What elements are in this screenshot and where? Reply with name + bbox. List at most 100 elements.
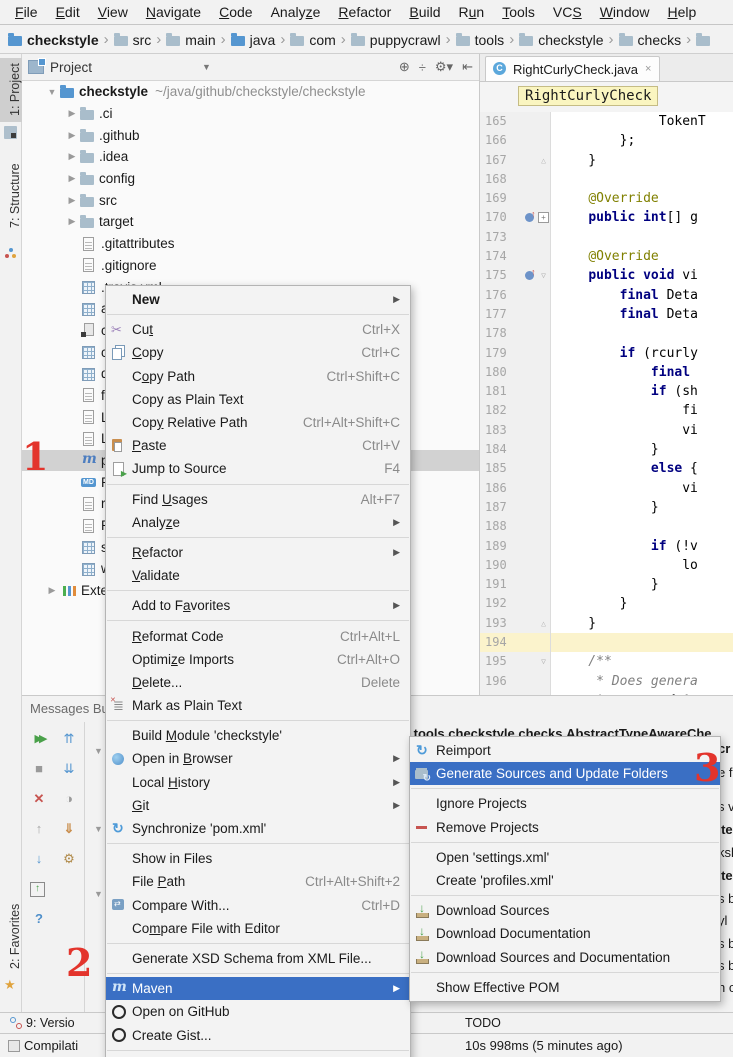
- breadcrumb-item-checkstyle[interactable]: checkstyle: [8, 32, 99, 48]
- menubar-item-navigate[interactable]: Navigate: [137, 4, 210, 20]
- code-text[interactable]: * Does genera: [551, 672, 733, 691]
- code-area[interactable]: 165 TokenT166 };167△ }168169 @Override17…: [480, 112, 733, 695]
- submenu-item-download-sources-and-documentation[interactable]: Download Sources and Documentation: [410, 946, 720, 969]
- breadcrumb-item-checks[interactable]: checks: [619, 32, 682, 48]
- menu-item-optimize-imports[interactable]: Optimize ImportsCtrl+Alt+O: [106, 648, 410, 671]
- code-text[interactable]: }: [551, 151, 733, 170]
- code-text[interactable]: public int[] g: [551, 208, 733, 227]
- menubar-item-file[interactable]: File: [6, 4, 47, 20]
- code-text[interactable]: [551, 228, 733, 247]
- chevron-right-icon[interactable]: ▶: [64, 173, 80, 184]
- menu-item-create-gist[interactable]: Create Gist...: [106, 1023, 410, 1046]
- menu-item-git[interactable]: Git▶: [106, 794, 410, 817]
- code-text[interactable]: [551, 324, 733, 343]
- tab-close-icon[interactable]: ×: [645, 63, 651, 75]
- menubar-item-build[interactable]: Build: [400, 4, 449, 20]
- menu-item-copy-as-plain-text[interactable]: Copy as Plain Text: [106, 388, 410, 411]
- chevron-right-icon[interactable]: ▶: [64, 195, 80, 206]
- code-text[interactable]: TokenT: [551, 112, 733, 131]
- code-text[interactable]: final Deta: [551, 286, 733, 305]
- override-icon[interactable]: [523, 208, 537, 227]
- menu-item-file-path[interactable]: File PathCtrl+Alt+Shift+2: [106, 870, 410, 893]
- menu-item-local-history[interactable]: Local History▶: [106, 771, 410, 794]
- menu-item-copy-path[interactable]: Copy PathCtrl+Shift+C: [106, 365, 410, 388]
- collapse-all-icon[interactable]: ÷: [419, 60, 426, 75]
- hide-icon[interactable]: ⇤: [462, 59, 473, 75]
- code-text[interactable]: }: [551, 614, 733, 633]
- submenu-item-ignore-projects[interactable]: Ignore Projects: [410, 792, 720, 815]
- code-text[interactable]: public void vi: [551, 266, 733, 285]
- code-text[interactable]: final: [551, 363, 733, 382]
- fold-icon[interactable]: ▽: [537, 266, 551, 285]
- menu-item-build-module-checkstyle[interactable]: Build Module 'checkstyle': [106, 724, 410, 747]
- menu-item-reformat-code[interactable]: Reformat CodeCtrl+Alt+L: [106, 624, 410, 647]
- menubar-item-code[interactable]: Code: [210, 4, 261, 20]
- code-text[interactable]: if (rcurly: [551, 344, 733, 363]
- menubar-item-tools[interactable]: Tools: [493, 4, 544, 20]
- menu-item-cut[interactable]: CutCtrl+X: [106, 318, 410, 341]
- menu-item-synchronize-pom-xml[interactable]: Synchronize 'pom.xml': [106, 817, 410, 840]
- breadcrumb-item-com[interactable]: com: [290, 32, 335, 48]
- menu-item-jump-to-source[interactable]: Jump to SourceF4: [106, 457, 410, 480]
- code-text[interactable]: }: [551, 498, 733, 517]
- breadcrumb-item-java[interactable]: java: [231, 32, 276, 48]
- tree-row-target[interactable]: ▶target: [22, 211, 479, 233]
- chevron-right-icon[interactable]: ▶: [44, 585, 60, 596]
- menu-item-delete[interactable]: Delete...Delete: [106, 671, 410, 694]
- menu-item-open-in-browser[interactable]: Open in Browser▶: [106, 747, 410, 770]
- override-icon[interactable]: [523, 266, 537, 285]
- code-text[interactable]: else {: [551, 459, 733, 478]
- submenu-item-download-sources[interactable]: Download Sources: [410, 899, 720, 922]
- menu-item-maven[interactable]: Maven▶: [106, 977, 410, 1000]
- submenu-item-show-effective-pom[interactable]: Show Effective POM: [410, 976, 720, 999]
- tree-row-gitignore[interactable]: .gitignore: [22, 255, 479, 277]
- menubar-item-view[interactable]: View: [89, 4, 137, 20]
- submenu-item-remove-projects[interactable]: Remove Projects: [410, 816, 720, 839]
- tree-row-checkstyle[interactable]: ▼checkstyle~/java/github/checkstyle/chec…: [22, 81, 479, 103]
- menu-item-compare-file-with-editor[interactable]: Compare File with Editor: [106, 917, 410, 940]
- menu-item-analyze[interactable]: Analyze▶: [106, 511, 410, 534]
- submenu-item-download-documentation[interactable]: Download Documentation: [410, 922, 720, 945]
- fold-icon[interactable]: △: [537, 151, 551, 170]
- menu-item-generate-xsd-schema-from-xml-file[interactable]: Generate XSD Schema from XML File...: [106, 947, 410, 970]
- fold-icon[interactable]: △: [537, 614, 551, 633]
- menu-item-compare-with[interactable]: Compare With...Ctrl+D: [106, 894, 410, 917]
- breadcrumb-item-item[interactable]: [696, 33, 710, 46]
- editor-tab[interactable]: RightCurlyCheck.java ×: [485, 56, 660, 81]
- fold-icon[interactable]: ▽: [537, 652, 551, 671]
- menu-item-paste[interactable]: PasteCtrl+V: [106, 434, 410, 457]
- toolwindow-tab-project[interactable]: 1: Project: [0, 58, 22, 122]
- menubar-item-refactor[interactable]: Refactor: [329, 4, 400, 20]
- menu-item-add-as-ant-build-file[interactable]: Add as Ant Build File: [106, 1054, 410, 1057]
- tree-row-gitattributes[interactable]: .gitattributes: [22, 233, 479, 255]
- chevron-right-icon[interactable]: ▶: [64, 108, 80, 119]
- code-text[interactable]: if (sh: [551, 382, 733, 401]
- tree-row-github[interactable]: ▶.github: [22, 124, 479, 146]
- chevron-down-icon[interactable]: ▼: [44, 87, 60, 97]
- code-text[interactable]: };: [551, 131, 733, 150]
- menu-item-open-on-github[interactable]: Open on GitHub: [106, 1000, 410, 1023]
- locate-icon[interactable]: ⊕: [399, 59, 410, 75]
- tree-row-ci[interactable]: ▶.ci: [22, 103, 479, 125]
- code-text[interactable]: @Override: [551, 247, 733, 266]
- toolwindow-tab-favorites[interactable]: 2: Favorites: [0, 898, 22, 974]
- toolwindow-tab-structure[interactable]: 7: Structure: [0, 150, 22, 242]
- settings-icon[interactable]: ⚙▾: [435, 59, 453, 75]
- code-text[interactable]: }: [551, 440, 733, 459]
- code-text[interactable]: vi: [551, 479, 733, 498]
- code-text[interactable]: [551, 633, 733, 652]
- fold-icon[interactable]: +: [537, 208, 551, 227]
- menubar-item-window[interactable]: Window: [591, 4, 659, 20]
- tree-row-src[interactable]: ▶src: [22, 189, 479, 211]
- submenu-item-open-settings-xml[interactable]: Open 'settings.xml': [410, 846, 720, 869]
- menu-item-mark-as-plain-text[interactable]: Mark as Plain Text: [106, 694, 410, 717]
- menubar-item-vcs[interactable]: VCS: [544, 4, 591, 20]
- toolwindow-tab-todo[interactable]: TODO: [465, 1016, 501, 1030]
- code-text[interactable]: vi: [551, 421, 733, 440]
- code-text[interactable]: fi: [551, 401, 733, 420]
- submenu-item-reimport[interactable]: Reimport: [410, 739, 720, 762]
- menu-item-show-in-files[interactable]: Show in Files: [106, 847, 410, 870]
- breadcrumb-item-checkstyle[interactable]: checkstyle: [519, 32, 603, 48]
- breadcrumb-item-puppycrawl[interactable]: puppycrawl: [351, 32, 441, 48]
- menu-item-validate[interactable]: Validate: [106, 564, 410, 587]
